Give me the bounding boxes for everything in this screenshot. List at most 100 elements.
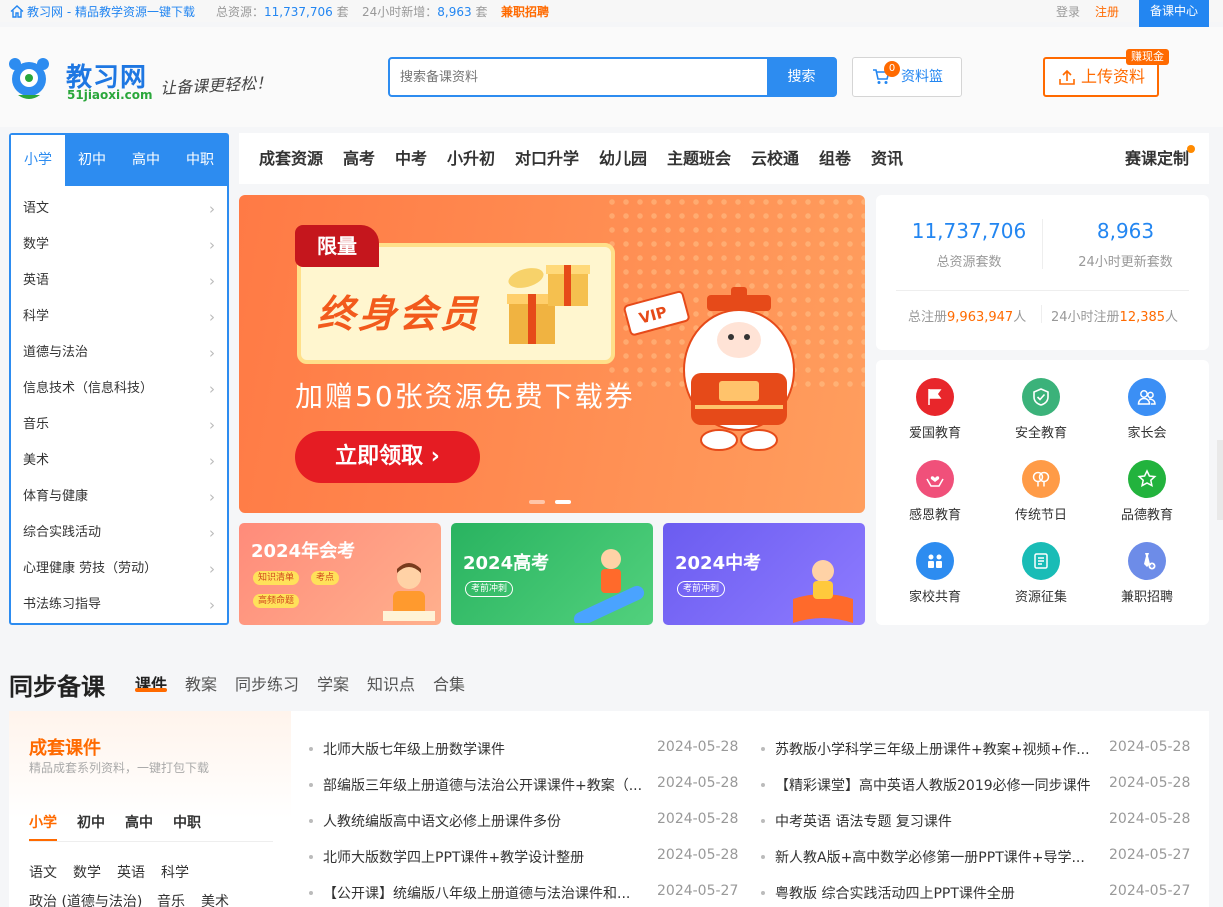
nav-item[interactable]: 高考 [343,133,375,184]
item-title[interactable]: 【公开课】统编版八年级上册道德与法治课件和... [323,883,643,903]
promo-pill: 考前冲刺 [465,581,514,597]
set-level-tab[interactable]: 高中 [125,812,153,832]
tab-lesson-plan[interactable]: 教案 [185,671,217,695]
home-school-icon [916,542,954,580]
register-link[interactable]: 注册 [1095,3,1119,20]
parents-icon [1128,378,1166,416]
set-title: 成套课件 [29,738,101,759]
recruit-link[interactable]: 兼职招聘 [501,3,549,20]
subject-item[interactable]: 体育与健康 [11,479,227,515]
claim-button[interactable]: 立即领取 › [295,431,480,483]
feature-home-school[interactable]: 家校共育 [885,542,985,605]
book-reader-icon [793,560,853,623]
item-date: 2024-05-28 [1109,811,1191,827]
item-date: 2024-05-28 [1109,739,1191,755]
shield-icon [1022,378,1060,416]
item-title[interactable]: 中考英语 语法专题 复习课件 [775,811,1095,831]
set-desc: 精品成套系列资料，一键打包下载 [29,761,210,775]
nav-contest-custom[interactable]: 赛课定制 [1125,133,1189,184]
feature-parents[interactable]: 家长会 [1097,378,1197,441]
feature-safety[interactable]: 安全教育 [991,378,1091,441]
feature-morality[interactable]: 品德教育 [1097,460,1197,523]
nav-item[interactable]: 中考 [395,133,427,184]
hero-banner[interactable]: 限量 终身会员 加赠50张资源免费下载券 立即领取 › VIP [239,195,865,513]
total-unit: 套 [336,5,349,19]
item-date: 2024-05-27 [657,883,739,899]
search-button[interactable]: 搜索 [767,57,836,97]
home-icon [10,5,24,18]
feature-gratitude[interactable]: 感恩教育 [885,460,985,523]
subject-item[interactable]: 英语 [11,263,227,299]
logo-icon[interactable] [8,55,50,103]
nav-item[interactable]: 资讯 [871,133,903,184]
set-subject[interactable]: 音乐 [157,891,185,907]
subject-item[interactable]: 综合实践活动 [11,515,227,551]
subject-item[interactable]: 美术 [11,443,227,479]
item-title[interactable]: 【精彩课堂】高中英语人教版2019必修一同步课件 [775,775,1095,795]
bullet [309,819,313,823]
item-title[interactable]: 粤教版 综合实践活动四上PPT课件全册 [775,883,1095,903]
feature-collection[interactable]: 资源征集 [991,542,1091,605]
tab-primary[interactable]: 小学 [11,135,65,186]
item-title[interactable]: 新人教A版+高中数学必修第一册PPT课件+导学... [775,847,1095,867]
set-subject[interactable]: 语文 [29,862,57,882]
item-title[interactable]: 部编版三年级上册道德与法治公开课课件+教案（... [323,775,643,795]
set-level-tab[interactable]: 小学 [29,812,57,832]
side-scroll-handle[interactable] [1217,440,1223,520]
prep-center-button[interactable]: 备课中心 [1139,0,1209,27]
tab-collection[interactable]: 合集 [433,671,465,695]
feature-label: 品德教育 [1120,508,1173,523]
set-subject[interactable]: 政治 (道德与法治) [29,891,142,907]
set-level-tab[interactable]: 中职 [173,812,201,832]
tab-knowledge[interactable]: 知识点 [367,671,415,695]
nav-item[interactable]: 对口升学 [515,133,579,184]
mascot-icon: VIP [623,287,795,451]
active-tab-underline [135,688,167,692]
promo-title: 2024高考 [463,553,550,574]
promo-zhongkao-banner[interactable]: 2024中考 考前冲刺 [663,523,865,625]
item-title[interactable]: 人教统编版高中语文必修上册课件多份 [323,811,643,831]
tab-vocational[interactable]: 中职 [173,135,227,186]
subject-item[interactable]: 心理健康 劳技（劳动） [11,551,227,587]
tab-practice[interactable]: 同步练习 [235,671,299,695]
nav-item[interactable]: 组卷 [819,133,851,184]
subject-item[interactable]: 道德与法治 [11,335,227,371]
login-link[interactable]: 登录 [1056,3,1080,20]
set-subject[interactable]: 美术 [201,891,229,907]
subject-item[interactable]: 数学 [11,227,227,263]
home-link[interactable]: 教习网 - 精品教学资源一键下载 [10,3,195,20]
subject-item[interactable]: 书法练习指导 [11,587,227,623]
nav-item[interactable]: 云校通 [751,133,799,184]
nav-item[interactable]: 成套资源 [259,133,323,184]
item-title[interactable]: 北师大版七年级上册数学课件 [323,739,643,759]
search-input[interactable] [400,59,760,95]
feature-patriotic[interactable]: 爱国教育 [885,378,985,441]
pager-dot[interactable] [555,500,571,504]
item-title[interactable]: 苏教版小学科学三年级上册课件+教案+视频+作... [775,739,1095,759]
item-title[interactable]: 北师大版数学四上PPT课件+教学设计整册 [323,847,643,867]
subject-item[interactable]: 语文 [11,191,227,227]
promo-exam-banner[interactable]: 2024年会考 知识清单 考点 高频命题 [239,523,441,625]
nav-item[interactable]: 幼儿园 [599,133,647,184]
nav-item[interactable]: 小升初 [447,133,495,184]
set-level-tab[interactable]: 初中 [77,812,105,832]
feature-recruit[interactable]: 兼职招聘 [1097,542,1197,605]
upload-button[interactable]: 上传资料 赚现金 [1043,49,1169,97]
subject-item[interactable]: 音乐 [11,407,227,443]
basket-button[interactable]: 0 资料篮 [852,57,962,97]
stat-new-value: 8,963 [1096,219,1155,243]
promo-gaokao-banner[interactable]: 2024高考 考前冲刺 [451,523,653,625]
tab-junior[interactable]: 初中 [65,135,119,186]
tab-study-plan[interactable]: 学案 [317,671,349,695]
subject-item[interactable]: 科学 [11,299,227,335]
set-subject[interactable]: 数学 [73,862,101,882]
item-date: 2024-05-27 [1109,883,1191,899]
set-subject[interactable]: 科学 [161,862,189,882]
feature-festival[interactable]: 传统节日 [991,460,1091,523]
subject-item[interactable]: 信息技术（信息科技） [11,371,227,407]
pager-dot[interactable] [529,500,545,504]
nav-item[interactable]: 主题班会 [667,133,731,184]
banner-tag: 限量 [295,225,379,267]
tab-senior[interactable]: 高中 [119,135,173,186]
set-subject[interactable]: 英语 [117,862,145,882]
